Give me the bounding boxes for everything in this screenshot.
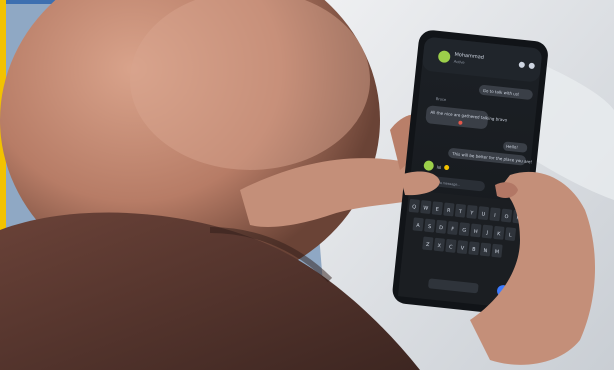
message-6: lol: [436, 164, 441, 169]
key-label-e: E: [435, 207, 439, 213]
key-label-q: Q: [412, 204, 417, 210]
key-label-o: O: [504, 214, 509, 220]
key-label-g: G: [462, 228, 467, 234]
photo-canvas: Mohammad Active Go to talk with us! Bruc…: [0, 0, 614, 370]
key-label-w: W: [423, 205, 429, 211]
key-label-s: S: [428, 224, 432, 230]
key-label-m: M: [494, 249, 499, 255]
photo: Mohammad Active Go to talk with us! Bruc…: [0, 0, 614, 370]
key-label-d: D: [439, 225, 444, 231]
